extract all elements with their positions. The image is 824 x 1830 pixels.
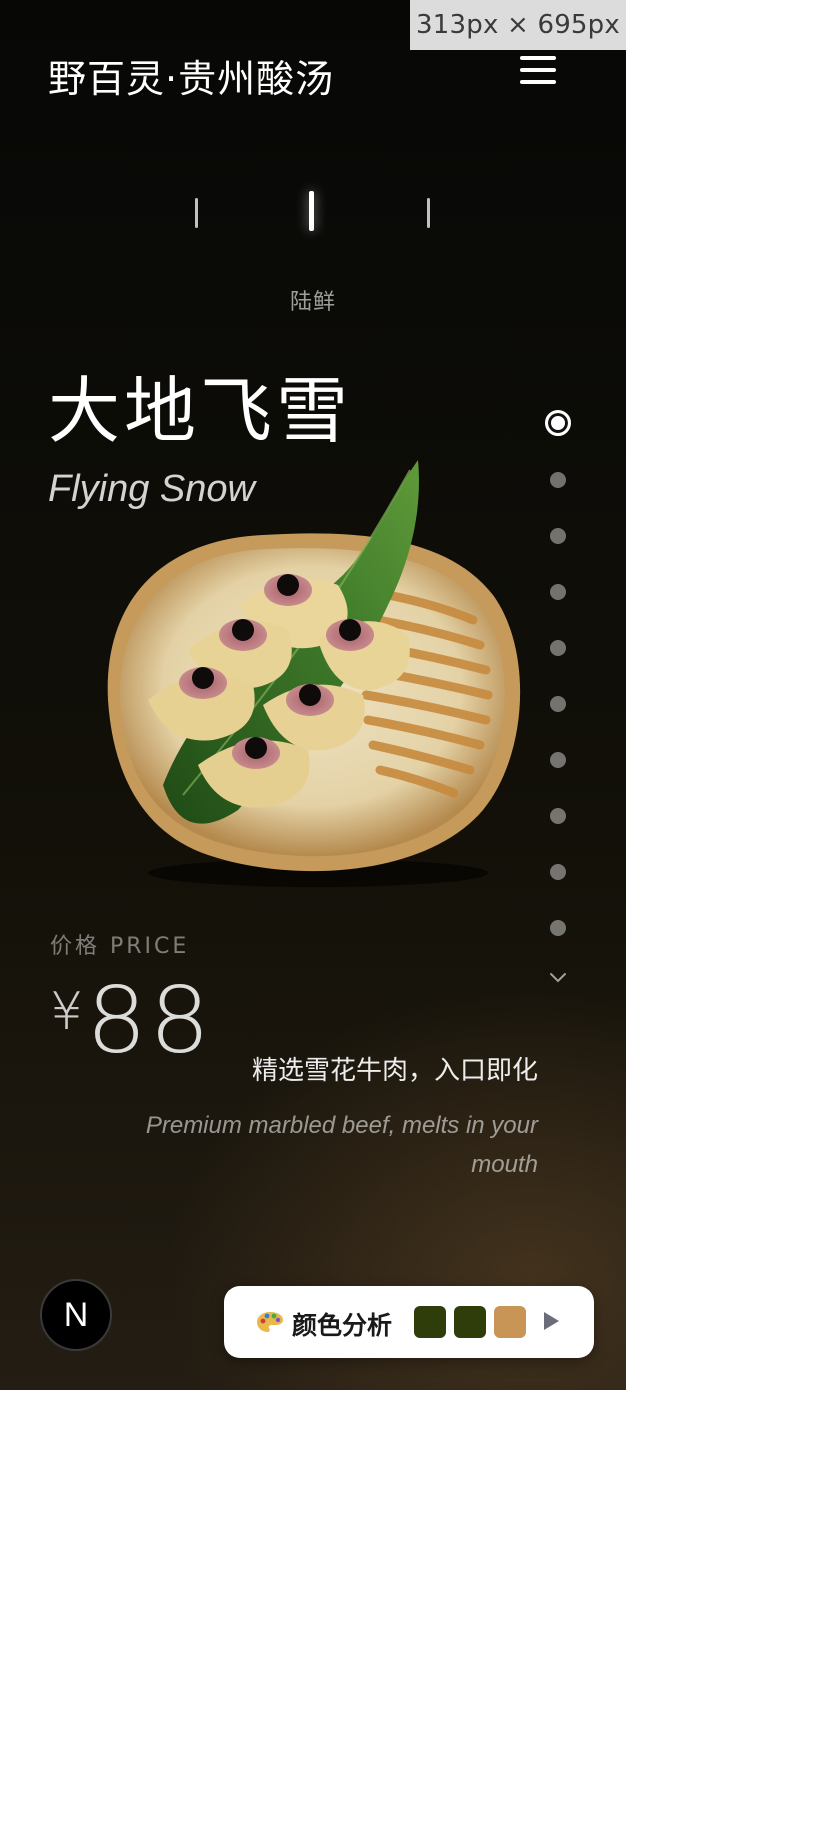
currency-symbol: ¥ — [50, 982, 84, 1042]
color-swatch-1 — [414, 1306, 446, 1338]
color-swatch-3 — [494, 1306, 526, 1338]
dish-title-cn: 大地飞雪 — [48, 369, 353, 453]
pagination-dot-3[interactable] — [550, 528, 566, 544]
color-analysis-label: 颜色分析 — [292, 1311, 393, 1340]
category-tab-2-active[interactable] — [309, 191, 314, 231]
pagination-dot-8[interactable] — [550, 808, 566, 824]
color-swatch-2 — [454, 1306, 486, 1338]
category-label: 陆鲜 — [289, 290, 336, 315]
color-analysis-button[interactable]: 颜色分析 — [224, 1286, 594, 1358]
price-label: 价格 PRICE — [50, 934, 190, 959]
chevron-down-icon[interactable] — [546, 965, 570, 989]
price-value: 88 — [86, 966, 213, 1074]
pagination-dot-6[interactable] — [550, 696, 566, 712]
dimension-tooltip: 313px × 695px — [410, 0, 626, 50]
dish-image — [107, 460, 521, 887]
brand-title: 野百灵·贵州酸汤 — [48, 57, 335, 101]
description-en: Premium marbled beef, melts in your mout… — [145, 1112, 538, 1178]
dish-title-en: Flying Snow — [48, 468, 255, 510]
pagination-dot-5[interactable] — [550, 640, 566, 656]
n-logo-button[interactable]: N — [40, 1279, 112, 1351]
palette-icon — [257, 1312, 283, 1332]
pagination-dot-1[interactable] — [545, 410, 571, 436]
pagination-dot-9[interactable] — [550, 864, 566, 880]
hamburger-menu-icon[interactable] — [516, 52, 560, 88]
pagination-dot-7[interactable] — [550, 752, 566, 768]
category-tab-3[interactable] — [427, 198, 430, 228]
description-cn: 精选雪花牛肉，入口即化 — [251, 1056, 538, 1086]
pagination-dot-2[interactable] — [550, 472, 566, 488]
app-screen: 野百灵·贵州酸汤 陆鲜 大地飞雪 Flying Snow 价格 PRICE ¥ … — [0, 0, 626, 1390]
category-tab-1[interactable] — [195, 198, 198, 228]
play-icon[interactable] — [544, 1312, 559, 1330]
pagination-dot-10[interactable] — [550, 920, 566, 936]
pagination-dot-4[interactable] — [550, 584, 566, 600]
